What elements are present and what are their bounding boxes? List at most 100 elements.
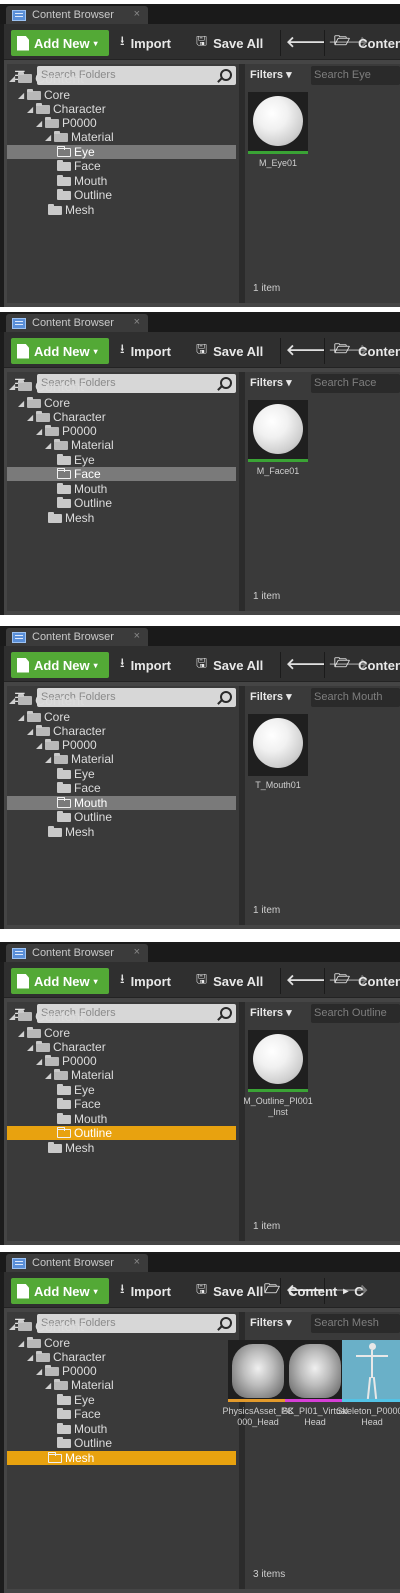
expand-triangle-icon[interactable]: ◢ [27, 1353, 36, 1362]
tree-item-content[interactable]: ◢ Content [7, 1008, 236, 1024]
expand-triangle-icon[interactable]: ◢ [27, 105, 36, 114]
expand-triangle-icon[interactable]: ◢ [9, 1322, 18, 1331]
add-new-button[interactable]: Add New ▾ [11, 30, 109, 56]
breadcrumb[interactable]: 🗁 Content [334, 654, 400, 676]
breadcrumb[interactable]: 🗁 Content [334, 340, 400, 362]
save-all-button[interactable]: 🖫 Save All [196, 1280, 263, 1302]
expand-triangle-icon[interactable]: ◢ [36, 119, 45, 128]
expand-triangle-icon[interactable]: ◢ [27, 727, 36, 736]
expand-triangle-icon[interactable]: ◢ [36, 741, 45, 750]
close-icon[interactable]: × [134, 1256, 140, 1268]
expand-triangle-icon[interactable]: ◢ [27, 1043, 36, 1052]
tree-item-character[interactable]: ◢ Character [7, 410, 236, 424]
tree-item-p0000[interactable]: ◢ P0000 [7, 424, 236, 438]
breadcrumb-root[interactable]: Content [288, 1284, 337, 1299]
tree-item-core[interactable]: ◢ Core [7, 88, 236, 102]
add-new-button[interactable]: Add New ▾ [11, 652, 109, 678]
tree-item-p0000[interactable]: ◢ P0000 [7, 738, 236, 752]
asset-tile[interactable] [248, 92, 308, 154]
expand-triangle-icon[interactable]: ◢ [27, 413, 36, 422]
tree-item-mouth[interactable]: Mouth [7, 1422, 236, 1436]
tree-item-core[interactable]: ◢ Core [7, 396, 236, 410]
tree-item-eye[interactable]: Eye [7, 767, 236, 781]
tab-content-browser[interactable]: Content Browser × [6, 314, 148, 332]
expand-triangle-icon[interactable]: ◢ [45, 133, 54, 142]
tree-item-outline[interactable]: Outline [7, 1436, 236, 1450]
tree-item-mesh[interactable]: Mesh [7, 1451, 236, 1465]
expand-triangle-icon[interactable]: ◢ [45, 1071, 54, 1080]
close-icon[interactable]: × [134, 8, 140, 20]
expand-triangle-icon[interactable]: ◢ [18, 399, 27, 408]
tree-item-content[interactable]: ◢ Content [7, 378, 236, 394]
filters-button[interactable]: Filters ▾ [250, 68, 292, 81]
tree-item-core[interactable]: ◢ Core [7, 710, 236, 724]
tab-content-browser[interactable]: Content Browser × [6, 1254, 148, 1272]
tree-item-eye[interactable]: Eye [7, 1393, 236, 1407]
tree-item-material[interactable]: ◢ Material [7, 438, 236, 452]
filters-button[interactable]: Filters ▾ [250, 1006, 292, 1019]
tree-item-outline[interactable]: Outline [7, 188, 236, 202]
tree-item-mouth[interactable]: Mouth [7, 482, 236, 496]
asset-tile[interactable] [285, 1340, 345, 1402]
close-icon[interactable]: × [134, 946, 140, 958]
tree-item-face[interactable]: Face [7, 467, 236, 481]
save-all-button[interactable]: 🖫 Save All [196, 970, 263, 992]
asset-tile[interactable] [248, 1030, 308, 1092]
breadcrumb-root[interactable]: Content [358, 344, 400, 359]
expand-triangle-icon[interactable]: ◢ [45, 441, 54, 450]
import-button[interactable]: ⭳ Import [120, 654, 171, 676]
asset-search-input[interactable]: Search Mouth [311, 688, 400, 707]
tree-item-mouth[interactable]: Mouth [7, 174, 236, 188]
tree-item-material[interactable]: ◢ Material [7, 1378, 236, 1392]
save-all-button[interactable]: 🖫 Save All [196, 654, 263, 676]
asset-search-input[interactable]: Search Mesh [311, 1314, 400, 1333]
asset-search-input[interactable]: Search Outline [311, 1004, 400, 1023]
tree-item-face[interactable]: Face [7, 1097, 236, 1111]
expand-triangle-icon[interactable]: ◢ [18, 1029, 27, 1038]
expand-triangle-icon[interactable]: ◢ [45, 755, 54, 764]
asset-tile[interactable] [342, 1340, 400, 1402]
tab-content-browser[interactable]: Content Browser × [6, 628, 148, 646]
import-button[interactable]: ⭳ Import [120, 340, 171, 362]
tree-item-character[interactable]: ◢ Character [7, 724, 236, 738]
add-new-button[interactable]: Add New ▾ [11, 1278, 109, 1304]
back-arrow-icon[interactable]: 🡐 [286, 972, 328, 989]
expand-triangle-icon[interactable]: ◢ [18, 713, 27, 722]
tree-item-outline[interactable]: Outline [7, 1126, 236, 1140]
tree-item-content[interactable]: ◢ Content [7, 70, 236, 86]
breadcrumb-root[interactable]: Content [358, 36, 400, 51]
tree-item-material[interactable]: ◢ Material [7, 752, 236, 766]
asset-tile[interactable] [248, 400, 308, 462]
import-button[interactable]: ⭳ Import [120, 970, 171, 992]
import-button[interactable]: ⭳ Import [120, 32, 171, 54]
tab-content-browser[interactable]: Content Browser × [6, 6, 148, 24]
tree-item-material[interactable]: ◢ Material [7, 1068, 236, 1082]
asset-search-input[interactable]: Search Eye [311, 66, 400, 85]
filters-button[interactable]: Filters ▾ [250, 376, 292, 389]
tree-item-eye[interactable]: Eye [7, 453, 236, 467]
tree-item-face[interactable]: Face [7, 159, 236, 173]
tree-item-mesh[interactable]: Mesh [7, 203, 236, 217]
breadcrumb-next[interactable]: C [354, 1284, 363, 1299]
tree-item-face[interactable]: Face [7, 781, 236, 795]
expand-triangle-icon[interactable]: ◢ [9, 382, 18, 391]
tree-item-outline[interactable]: Outline [7, 496, 236, 510]
import-button[interactable]: ⭳ Import [120, 1280, 171, 1302]
expand-triangle-icon[interactable]: ◢ [9, 74, 18, 83]
asset-tile[interactable] [228, 1340, 288, 1402]
tree-item-eye[interactable]: Eye [7, 145, 236, 159]
filters-button[interactable]: Filters ▾ [250, 690, 292, 703]
asset-tile[interactable] [248, 714, 308, 776]
tree-item-character[interactable]: ◢ Character [7, 1040, 236, 1054]
tree-item-content[interactable]: ◢ Content [7, 1318, 236, 1334]
close-icon[interactable]: × [134, 316, 140, 328]
expand-triangle-icon[interactable]: ◢ [9, 696, 18, 705]
back-arrow-icon[interactable]: 🡐 [286, 656, 328, 673]
expand-triangle-icon[interactable]: ◢ [18, 1339, 27, 1348]
tree-item-p0000[interactable]: ◢ P0000 [7, 1054, 236, 1068]
save-all-button[interactable]: 🖫 Save All [196, 32, 263, 54]
expand-triangle-icon[interactable]: ◢ [45, 1381, 54, 1390]
expand-triangle-icon[interactable]: ◢ [36, 427, 45, 436]
tree-item-outline[interactable]: Outline [7, 810, 236, 824]
tree-item-mouth[interactable]: Mouth [7, 1112, 236, 1126]
